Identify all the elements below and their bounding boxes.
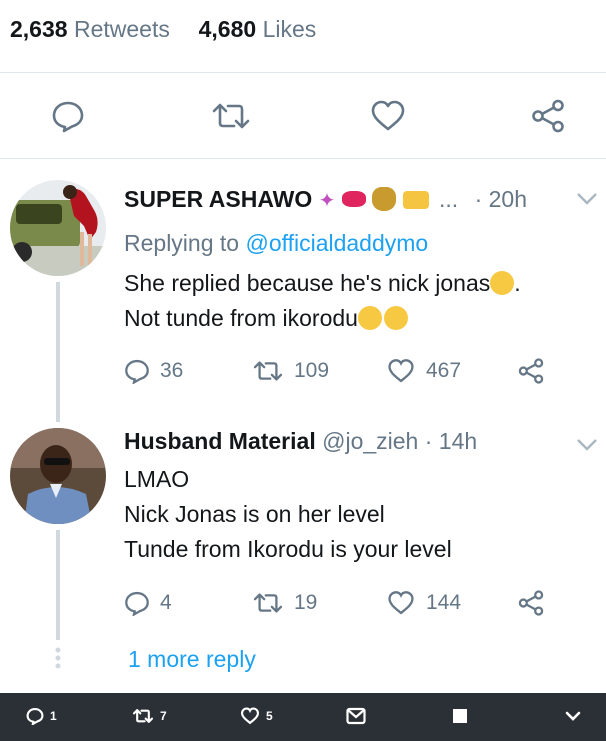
name-emoji-wand: ✦	[318, 190, 336, 212]
reply-icon	[26, 708, 44, 725]
like-icon	[388, 359, 414, 383]
likes-count[interactable]: 4,680	[199, 16, 257, 42]
retweet-icon	[132, 709, 154, 723]
reply-text: LMAO Nick Jonas is on her level Tunde fr…	[124, 466, 452, 562]
like-count: 144	[426, 591, 462, 614]
share-icon	[532, 99, 564, 133]
reply-button[interactable]: 4	[124, 590, 172, 616]
share-button[interactable]	[528, 96, 568, 136]
name-truncation: ...	[439, 186, 459, 212]
more-replies-link[interactable]: 1 more reply	[128, 646, 256, 673]
retweet-icon	[253, 361, 283, 381]
divider	[0, 72, 606, 73]
square-icon	[453, 709, 467, 723]
like-icon	[371, 100, 405, 131]
thread-line	[56, 282, 60, 422]
retweet-button[interactable]	[211, 96, 251, 136]
emoji-crown	[402, 191, 429, 209]
like-button[interactable]: 144	[386, 590, 461, 616]
avatar[interactable]	[10, 180, 106, 276]
like-count: 467	[426, 359, 462, 382]
retweet-button[interactable]: 109	[252, 358, 329, 384]
thread-line	[56, 530, 60, 640]
bottom-reply-count: 1	[50, 709, 57, 723]
retweet-count: 109	[294, 359, 330, 382]
reply-timestamp[interactable]: · 20h	[475, 186, 527, 212]
chevron-down-icon	[565, 711, 581, 721]
retweet-icon	[212, 103, 250, 129]
envelope-icon	[346, 707, 366, 725]
reply-text: She replied because he's nick jonas. Not…	[124, 270, 521, 331]
share-button[interactable]	[516, 590, 556, 616]
thread-dots-icon	[55, 647, 61, 669]
chevron-down-icon[interactable]	[576, 192, 598, 206]
avatar[interactable]	[10, 428, 106, 524]
reply-button[interactable]	[48, 96, 88, 136]
reply-icon	[125, 359, 149, 384]
reply-count: 4	[160, 591, 172, 614]
reply-icon	[125, 591, 149, 616]
like-button[interactable]	[368, 96, 408, 136]
tweet-stats: 2,638 Retweets 4,680 Likes	[10, 16, 316, 43]
like-icon	[388, 591, 414, 615]
emoji-kiss-lips	[341, 191, 366, 207]
like-icon	[240, 707, 260, 725]
main-tweet-actions	[0, 96, 606, 136]
reply-icon	[52, 101, 84, 133]
divider	[0, 158, 606, 159]
reply-actions: 4 19 144	[124, 590, 594, 620]
bottom-retweet-count: 7	[160, 709, 167, 723]
retweet-count: 19	[294, 591, 318, 614]
reply-timestamp[interactable]: · 14h	[425, 428, 477, 454]
emoji-unamused	[383, 306, 408, 330]
reply-count: 36	[160, 359, 184, 382]
replying-to-handle[interactable]: @officialdaddymo	[245, 230, 428, 256]
bottom-like-button[interactable]: 5	[240, 707, 273, 725]
reply-author-name[interactable]: SUPER ASHAWO	[124, 186, 312, 212]
retweet-button[interactable]: 19	[252, 590, 317, 616]
bottom-message-button[interactable]	[346, 707, 372, 725]
reply-author-handle[interactable]: @jo_zieh	[322, 428, 418, 454]
chevron-down-icon[interactable]	[576, 438, 598, 452]
emoji-eye-roll	[357, 306, 382, 330]
retweet-icon	[253, 593, 283, 613]
share-icon	[518, 590, 544, 616]
bottom-action-bar: 1 7 5	[0, 693, 606, 741]
emoji-eye-roll	[490, 271, 515, 295]
bottom-reply-button[interactable]: 1	[26, 707, 57, 725]
reply-author-name[interactable]: Husband Material	[124, 428, 316, 454]
replying-to: Replying to @officialdaddymo	[124, 230, 429, 256]
emoji-money-bag	[372, 187, 397, 211]
like-button[interactable]: 467	[386, 358, 461, 384]
retweets-count[interactable]: 2,638	[10, 16, 68, 42]
bottom-collapse-button[interactable]	[564, 707, 588, 725]
reply-actions: 36 109 467	[124, 358, 594, 388]
retweets-label[interactable]: Retweets	[74, 16, 170, 42]
reply-button[interactable]: 36	[124, 358, 183, 384]
bottom-retweet-button[interactable]: 7	[132, 707, 167, 725]
share-icon	[518, 358, 544, 384]
bottom-overview-button[interactable]	[452, 707, 474, 725]
bottom-like-count: 5	[266, 709, 273, 723]
share-button[interactable]	[516, 358, 556, 384]
likes-label[interactable]: Likes	[263, 16, 317, 42]
